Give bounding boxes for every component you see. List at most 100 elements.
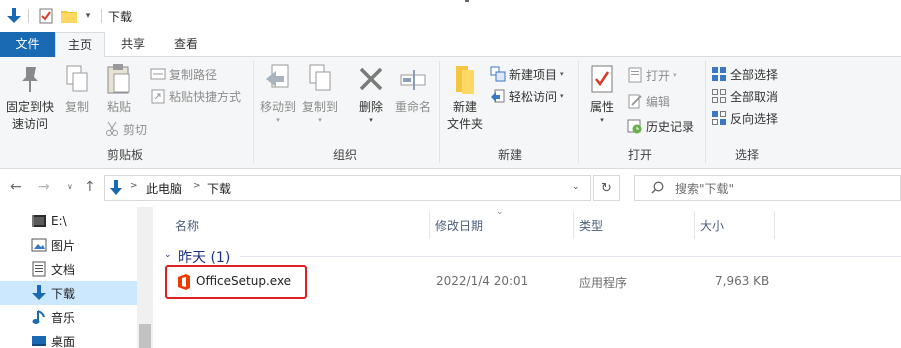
- breadcrumb-downloads[interactable]: 下载: [207, 180, 231, 197]
- copy-to-label: 复制到: [301, 100, 338, 114]
- select-all-button[interactable]: 全部选择: [711, 64, 778, 84]
- nav-item-pictures[interactable]: 图片: [0, 233, 137, 257]
- column-header-type[interactable]: 类型: [579, 217, 603, 251]
- copy-button[interactable]: 复制: [60, 63, 94, 116]
- column-divider: [774, 211, 775, 239]
- copy-label: 复制: [64, 100, 89, 114]
- group-divider: [705, 61, 706, 163]
- rename-icon: [397, 63, 429, 95]
- customize-toolbar-icon[interactable]: ▾: [82, 7, 94, 25]
- paste-label: 粘贴: [106, 100, 131, 114]
- tab-file[interactable]: 文件: [0, 32, 55, 57]
- edit-label: 编辑: [646, 94, 671, 109]
- select-none-button[interactable]: 全部取消: [711, 86, 778, 106]
- history-icon: [627, 118, 643, 134]
- breadcrumb-separator: >: [130, 181, 138, 191]
- address-row: ← → ∨ ↑ > 此电脑 > 下载 ⌄ ↻ 搜索"下载": [0, 169, 901, 207]
- history-label: 历史记录: [646, 119, 695, 134]
- open-button[interactable]: 打开 ▾: [627, 65, 677, 85]
- downloads-address-icon: [110, 180, 122, 199]
- copy-to-button[interactable]: 复制到 ▾: [300, 63, 340, 124]
- tab-view[interactable]: 查看: [160, 32, 212, 57]
- column-divider: [694, 211, 695, 239]
- rename-label: 重命名: [394, 100, 431, 114]
- group-collapse-icon[interactable]: ⌄: [164, 250, 172, 260]
- delete-button[interactable]: 删除 ▾: [354, 63, 388, 124]
- paste-shortcut-button[interactable]: 粘贴快捷方式: [150, 86, 241, 106]
- select-none-icon: [711, 88, 727, 104]
- invert-selection-button[interactable]: 反向选择: [711, 108, 778, 128]
- cut-button[interactable]: 剪切: [104, 119, 147, 139]
- address-bar[interactable]: > 此电脑 > 下载 ⌄: [104, 175, 591, 201]
- folder-icon: [449, 63, 481, 95]
- downloads-icon: [31, 285, 47, 301]
- window-title: 下载: [108, 10, 133, 24]
- easy-access-icon: [490, 88, 506, 104]
- move-to-label: 移动到: [259, 100, 296, 114]
- move-to-button[interactable]: 移动到 ▾: [258, 63, 298, 124]
- address-dropdown-icon[interactable]: ⌄: [572, 182, 580, 192]
- file-size: 7,963 KB: [715, 274, 770, 288]
- select-group-label: 选择: [734, 148, 759, 162]
- group-divider: [439, 61, 440, 163]
- properties-label: 属性: [589, 100, 614, 114]
- group-header-yesterday[interactable]: 昨天 (1): [178, 247, 230, 267]
- easy-access-button[interactable]: 轻松访问 ▾: [490, 86, 564, 106]
- properties-button[interactable]: 属性 ▾: [584, 63, 620, 124]
- paste-button[interactable]: 粘贴: [100, 63, 138, 116]
- open-group-label: 打开: [627, 148, 652, 162]
- recent-locations-icon[interactable]: ∨: [67, 182, 73, 191]
- column-header-name[interactable]: 名称: [175, 217, 199, 251]
- edit-button[interactable]: 编辑: [627, 91, 670, 111]
- properties-dropdown-icon: ▾: [600, 116, 604, 124]
- new-item-button[interactable]: 新建项目 ▾: [490, 64, 564, 84]
- group-divider: [578, 61, 579, 163]
- column-header-size[interactable]: 大小: [700, 217, 724, 251]
- nav-item-downloads[interactable]: 下载: [0, 281, 137, 305]
- title-bar: ▾ 下载: [0, 0, 901, 32]
- select-all-label: 全部选择: [730, 67, 779, 82]
- nav-label-documents: 文档: [51, 262, 76, 277]
- file-modified: 2022/1/4 20:01: [436, 274, 529, 288]
- up-arrow-icon[interactable]: ↑: [84, 179, 96, 195]
- column-header-date[interactable]: 修改日期: [435, 217, 483, 251]
- paste-icon: [103, 63, 135, 95]
- open-dropdown-icon: ▾: [673, 71, 677, 79]
- nav-item-music[interactable]: 音乐: [0, 305, 137, 329]
- easy-access-label: 轻松访问: [509, 89, 558, 104]
- search-placeholder: 搜索"下载": [675, 182, 735, 196]
- rename-button[interactable]: 重命名: [393, 63, 433, 116]
- invert-selection-label: 反向选择: [730, 111, 779, 126]
- refresh-icon: ↻: [601, 180, 612, 196]
- nav-item-documents[interactable]: 文档: [0, 257, 137, 281]
- new-folder-button[interactable]: 新建 文件夹: [443, 63, 487, 133]
- music-icon: [31, 309, 47, 325]
- copy-path-label: 复制路径: [169, 67, 218, 82]
- pin-quick-access-button[interactable]: 固定到快 速访问: [2, 63, 58, 133]
- tab-share[interactable]: 共享: [108, 32, 158, 57]
- tab-home[interactable]: 主页: [55, 32, 105, 58]
- new-folder-label-1: 新建: [452, 100, 477, 114]
- nav-label-music: 音乐: [51, 310, 76, 325]
- forward-arrow-icon[interactable]: →: [38, 179, 50, 195]
- pin-label-1: 固定到快: [5, 100, 54, 114]
- nav-label-desktop: 桌面: [51, 334, 76, 348]
- back-arrow-icon[interactable]: ←: [10, 179, 22, 195]
- breadcrumb-this-pc[interactable]: 此电脑: [146, 180, 182, 197]
- new-folder-qa-icon[interactable]: [60, 7, 78, 25]
- nav-item-e-drive[interactable]: E:\: [0, 209, 137, 233]
- nav-label-pictures: 图片: [51, 238, 76, 253]
- breadcrumb-separator: >: [193, 181, 201, 191]
- properties-qa-icon[interactable]: [37, 7, 55, 25]
- nav-item-desktop[interactable]: 桌面: [0, 329, 137, 348]
- ribbon: 固定到快 速访问 复制 粘贴 复制路径 粘贴快捷方式 剪切 剪贴板 移动到 ▾: [0, 57, 901, 169]
- copy-path-button[interactable]: 复制路径: [150, 64, 217, 84]
- nav-scrollbar-thumb[interactable]: [139, 324, 151, 348]
- clipboard-group-label: 剪贴板: [106, 148, 143, 162]
- history-button[interactable]: 历史记录: [627, 116, 694, 136]
- refresh-button[interactable]: ↻: [593, 175, 620, 201]
- search-input[interactable]: 搜索"下载": [634, 175, 901, 201]
- file-highlight-box: [165, 265, 307, 299]
- cut-label: 剪切: [123, 122, 148, 137]
- new-folder-label-2: 文件夹: [446, 117, 483, 131]
